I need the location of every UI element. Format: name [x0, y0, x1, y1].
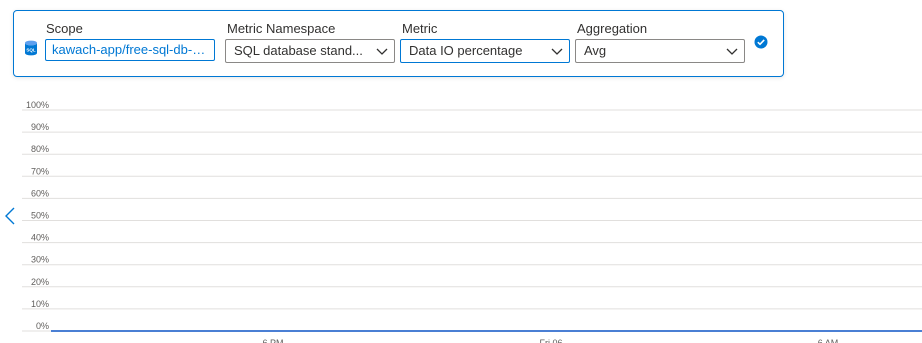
scope-label: Scope [46, 21, 83, 36]
aggregation-label: Aggregation [577, 21, 648, 36]
y-tick-label: 0% [36, 321, 49, 331]
metric-label: Metric [402, 21, 438, 36]
metric-namespace-value: SQL database stand... [234, 43, 363, 58]
sql-database-icon: SQL [25, 40, 37, 56]
x-tick-label: 6 AM [818, 338, 839, 343]
metric-chart: 100% 90% 80% 70% 60% 50% 40% 30% 20% 10% 0% 6 PM Fr… [22, 100, 922, 343]
y-tick-label: 80% [31, 144, 49, 154]
scope-selector[interactable]: kawach-app/free-sql-db-0... [45, 39, 215, 61]
metric-selector-card: Scope SQL kawach-app/free-sql-db-0... Me… [13, 10, 784, 77]
aggregation-value: Avg [584, 43, 607, 58]
y-tick-label: 100% [26, 100, 49, 110]
x-tick-label: Fri 06 [539, 338, 562, 343]
chevron-down-icon [551, 48, 563, 55]
x-tick-label: 6 PM [262, 338, 283, 343]
chevron-down-icon [376, 48, 388, 55]
y-tick-label: 10% [31, 299, 49, 309]
svg-text:SQL: SQL [26, 48, 36, 53]
y-tick-label: 90% [31, 122, 49, 132]
y-tick-label: 70% [31, 166, 49, 176]
y-tick-label: 40% [31, 233, 49, 243]
metric-dropdown[interactable]: Data IO percentage [400, 39, 570, 63]
metric-namespace-dropdown[interactable]: SQL database stand... [225, 39, 395, 63]
y-tick-label: 30% [31, 255, 49, 265]
metric-value: Data IO percentage [409, 43, 523, 58]
confirm-check-icon[interactable] [754, 35, 768, 49]
aggregation-dropdown[interactable]: Avg [575, 39, 745, 63]
chevron-down-icon [726, 48, 738, 55]
y-tick-label: 50% [31, 211, 49, 221]
y-tick-label: 60% [31, 188, 49, 198]
y-tick-label: 20% [31, 277, 49, 287]
metric-namespace-label: Metric Namespace [227, 21, 336, 36]
